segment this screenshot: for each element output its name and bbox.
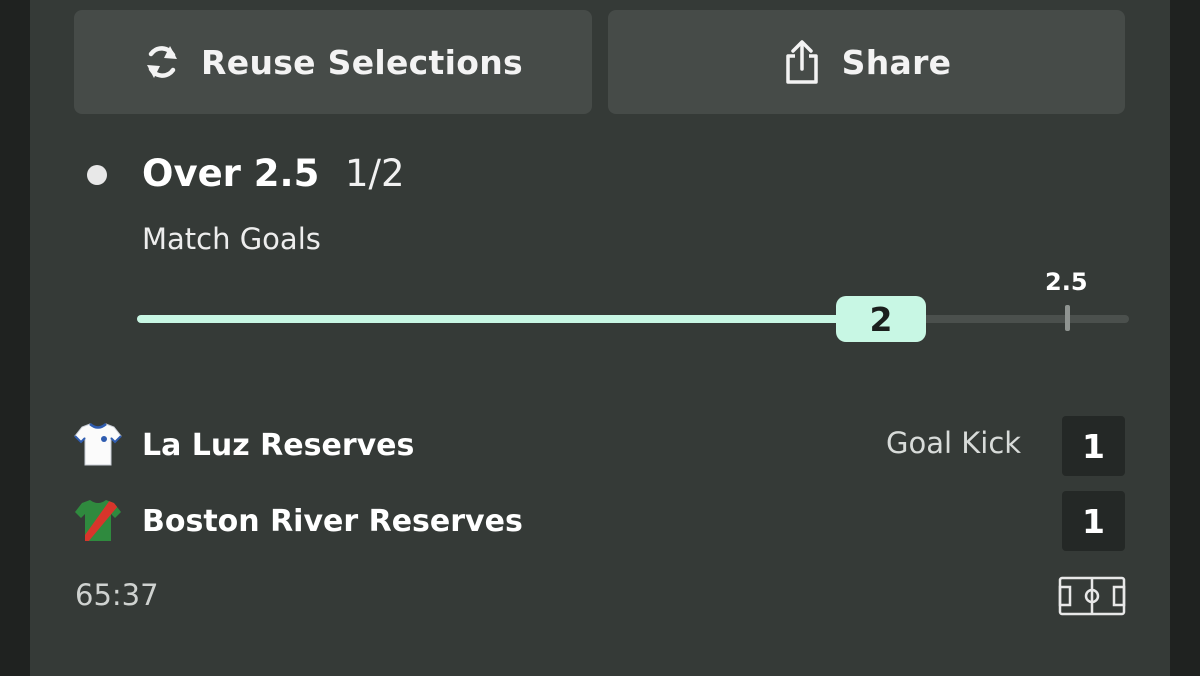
goal-line-label: 2.5 [1045, 268, 1088, 296]
away-score: 1 [1062, 491, 1125, 551]
market-name: Match Goals [142, 222, 321, 256]
white-shirt-icon [74, 423, 122, 466]
share-icon [785, 40, 818, 84]
green-red-sash-shirt-icon [75, 500, 121, 541]
live-event-text: Goal Kick [886, 426, 1022, 460]
goal-line-marker [1064, 305, 1070, 331]
refresh-icon [147, 46, 178, 78]
share-label: Share [841, 42, 952, 82]
current-goals-badge: 2 [836, 296, 926, 342]
goal-progress-fill [137, 315, 881, 323]
reuse-selections-button[interactable]: Reuse Selections [74, 10, 592, 114]
selection-odds: 1/2 [345, 152, 405, 195]
reuse-selections-label: Reuse Selections [201, 42, 523, 82]
away-team-name: Boston River Reserves [142, 504, 523, 539]
bet-panel: Reuse Selections Share Over 2.5 1/2 Matc… [30, 0, 1170, 676]
selection-title: Over 2.5 [142, 152, 320, 195]
home-score: 1 [1062, 416, 1125, 476]
match-clock: 65:37 [75, 578, 159, 612]
pitch-icon[interactable] [1058, 576, 1126, 616]
share-button[interactable]: Share [608, 10, 1125, 114]
selection-status-dot [87, 165, 107, 185]
home-team-name: La Luz Reserves [142, 428, 415, 463]
